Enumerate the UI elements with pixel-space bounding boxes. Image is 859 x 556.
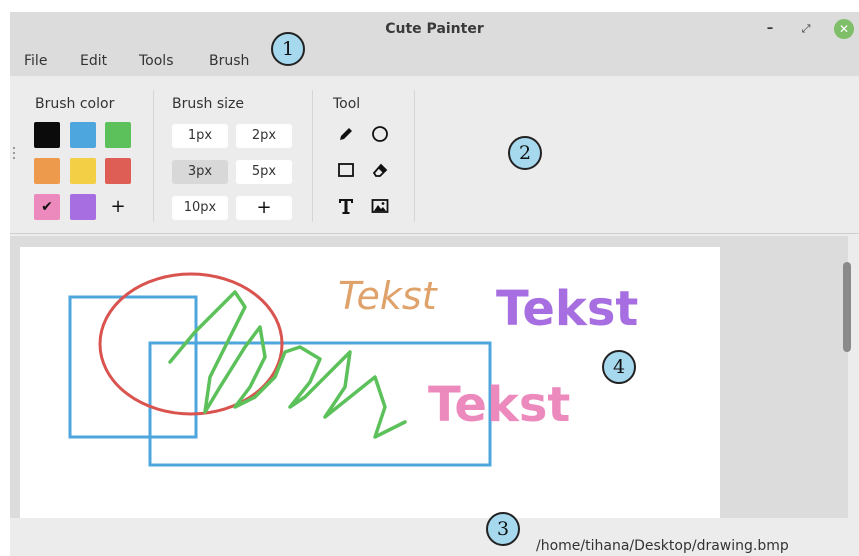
color-swatch-blue[interactable] [70, 122, 96, 148]
toolbar-grip[interactable] [13, 144, 16, 164]
separator [414, 90, 415, 222]
separator [153, 90, 154, 222]
color-swatch-black[interactable] [34, 122, 60, 148]
size-button-3px[interactable]: 3px [172, 160, 228, 184]
menu-file[interactable]: File [24, 53, 47, 69]
title-bar: Cute Painter – ⤢ ✕ [10, 12, 859, 48]
rectangle-shape [68, 295, 198, 439]
canvas-text-purple: Tekst [496, 281, 638, 337]
separator [312, 90, 313, 222]
text-icon [339, 199, 353, 214]
size-button-2px[interactable]: 2px [236, 124, 292, 148]
callout-marker: 4 [602, 350, 636, 384]
callout-marker: 2 [508, 136, 542, 170]
add-color-button[interactable]: + [105, 194, 131, 220]
color-swatch-orange[interactable] [34, 158, 60, 184]
callout-marker: 3 [486, 512, 520, 546]
canvas-text-italic: Tekst [338, 274, 439, 318]
eraser-icon [372, 163, 388, 177]
color-swatch-pink[interactable]: ✔ [34, 194, 60, 220]
minimize-button[interactable]: – [760, 19, 780, 39]
pencil-tool-button[interactable] [333, 121, 359, 147]
image-icon [371, 199, 389, 213]
tool-label: Tool [333, 96, 361, 112]
pencil-icon [340, 128, 352, 140]
size-button-10px[interactable]: 10px [172, 196, 228, 220]
eraser-tool-button[interactable] [367, 157, 393, 183]
color-swatch-purple[interactable] [70, 194, 96, 220]
rectangle-icon [338, 163, 354, 177]
brush-color-label: Brush color [35, 96, 115, 112]
color-swatch-green[interactable] [105, 122, 131, 148]
close-button[interactable]: ✕ [834, 19, 854, 39]
size-button-1px[interactable]: 1px [172, 124, 228, 148]
size-button-5px[interactable]: 5px [236, 160, 292, 184]
brush-size-label: Brush size [172, 96, 244, 112]
image-tool-button[interactable] [367, 193, 393, 219]
vertical-scrollbar[interactable] [843, 262, 851, 352]
menu-bar: File Edit Tools Brush [10, 48, 859, 76]
text-tool-button[interactable] [333, 193, 359, 219]
rectangle-tool-button[interactable] [333, 157, 359, 183]
file-path: /home/tihana/Desktop/drawing.bmp [536, 538, 789, 554]
menu-brush[interactable]: Brush [209, 53, 249, 69]
callout-marker: 1 [271, 32, 305, 66]
color-swatch-yellow[interactable] [70, 158, 96, 184]
circle-icon [372, 126, 388, 142]
window-title: Cute Painter [385, 21, 484, 37]
circle-tool-button[interactable] [367, 121, 393, 147]
maximize-button[interactable]: ⤢ [796, 19, 816, 39]
toolbar: Brush color Brush size Tool ✔ + 1px 2px … [10, 78, 859, 234]
menu-tools[interactable]: Tools [139, 53, 174, 69]
add-size-button[interactable]: + [236, 196, 292, 220]
checkmark-icon: ✔ [41, 199, 53, 215]
canvas-text-pink: Tekst [428, 377, 570, 433]
menu-edit[interactable]: Edit [80, 53, 107, 69]
color-swatch-red[interactable] [105, 158, 131, 184]
